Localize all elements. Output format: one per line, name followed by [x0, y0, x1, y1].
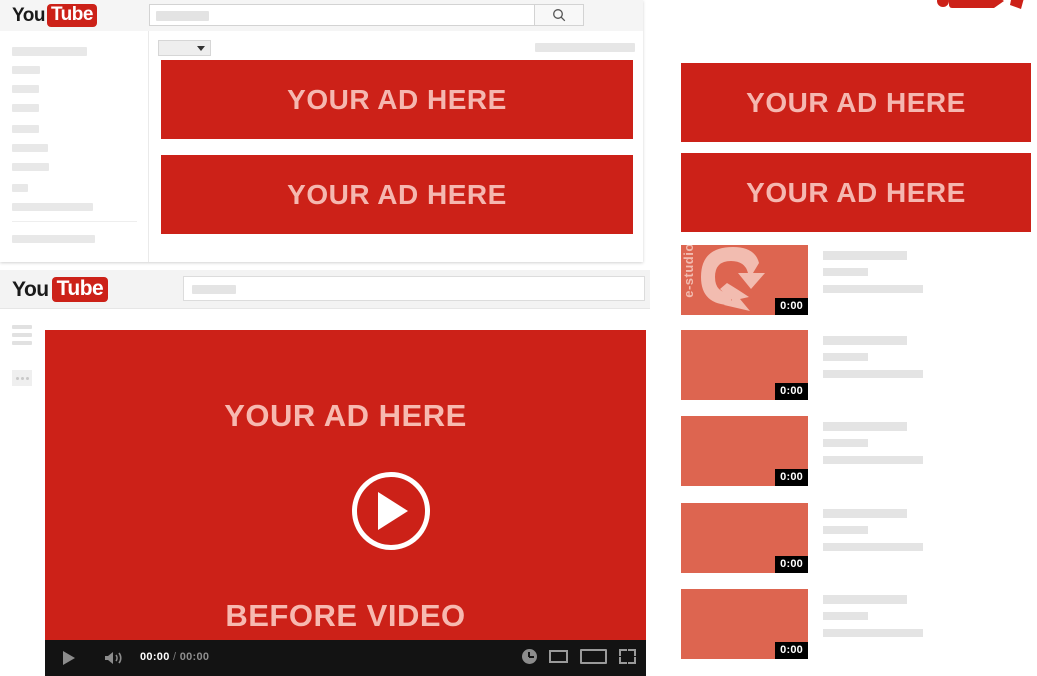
browse-window: You Tube YOUR AD HERE YOUR AD HERE [0, 0, 643, 262]
hamburger-bar [12, 341, 32, 345]
video-meta-placeholder [823, 285, 923, 293]
filter-select[interactable] [158, 40, 211, 56]
ad-banner-top-1[interactable]: YOUR AD HERE [161, 60, 633, 139]
ad-banner-right-1[interactable]: YOUR AD HERE [681, 63, 1031, 142]
sidebar-divider [12, 221, 137, 222]
total-time: 00:00 [179, 651, 210, 663]
list-item[interactable]: 0:00 [681, 330, 1031, 416]
theater-mode-icon[interactable] [549, 650, 568, 663]
list-item[interactable]: e-studio 0:00 [681, 245, 1031, 331]
video-thumbnail[interactable]: 0:00 [681, 503, 808, 573]
video-title-placeholder [823, 595, 907, 604]
list-item[interactable]: 0:00 [681, 503, 1031, 589]
video-duration-badge: 0:00 [775, 642, 808, 659]
sidebar-item-placeholder[interactable] [12, 47, 87, 56]
browse-content: YOUR AD HERE YOUR AD HERE [149, 31, 643, 262]
search-icon [553, 9, 566, 22]
video-thumbnail[interactable]: 0:00 [681, 589, 808, 659]
miniplayer-icon[interactable] [580, 649, 607, 664]
youtube-logo[interactable]: You Tube [12, 4, 97, 27]
youtube-logo[interactable]: You Tube [12, 277, 109, 302]
search-button[interactable] [534, 4, 584, 26]
watch-window: You Tube YOUR AD HERE BEFORE VIDEO 00:00… [0, 270, 650, 676]
ad-banner-right-2[interactable]: YOUR AD HERE [681, 153, 1031, 232]
logo-tube-text: Tube [51, 277, 109, 302]
video-thumbnail[interactable]: 0:00 [681, 416, 808, 486]
video-meta-placeholder [823, 543, 923, 551]
volume-icon[interactable] [103, 650, 125, 666]
video-thumbnail[interactable]: 0:00 [681, 330, 808, 400]
logo-you-text: You [12, 4, 45, 26]
hamburger-bar [12, 325, 32, 329]
logo-tube-text: Tube [46, 4, 97, 27]
sidebar-item-placeholder[interactable] [12, 144, 48, 152]
content-header-placeholder [535, 43, 635, 52]
estudio-logo-text: e-studio [681, 245, 696, 298]
sidebar-item-placeholder[interactable] [12, 66, 40, 74]
dot [20, 376, 24, 380]
sidebar-item-placeholder[interactable] [12, 104, 39, 112]
sidebar-item-placeholder[interactable] [12, 184, 28, 192]
logo-you-text: You [12, 277, 49, 301]
video-title-placeholder [823, 509, 907, 518]
video-duration-badge: 0:00 [775, 298, 808, 315]
video-title-placeholder [823, 251, 907, 260]
list-item[interactable]: 0:00 [681, 589, 1031, 675]
ad-banner-top-2[interactable]: YOUR AD HERE [161, 155, 633, 234]
video-thumbnail[interactable]: e-studio 0:00 [681, 245, 808, 315]
video-meta-placeholder [823, 456, 923, 464]
time-separator: / [173, 651, 177, 663]
hamburger-icon[interactable] [12, 325, 36, 349]
search-placeholder-bar [192, 285, 236, 294]
fullscreen-corner [628, 649, 636, 656]
hamburger-bar [12, 333, 32, 337]
video-title-placeholder [823, 422, 907, 431]
video-channel-placeholder [823, 439, 868, 447]
current-time: 00:00 [140, 651, 170, 663]
play-triangle-icon[interactable] [378, 492, 408, 530]
video-duration-badge: 0:00 [775, 383, 808, 400]
video-title-placeholder [823, 336, 907, 345]
video-player[interactable]: YOUR AD HERE BEFORE VIDEO 00:00 / 00:00 [45, 330, 646, 676]
list-item[interactable]: 0:00 [681, 416, 1031, 502]
search-input[interactable] [183, 276, 645, 301]
search-placeholder-bar [156, 11, 209, 21]
player-right-controls [522, 649, 636, 664]
video-channel-placeholder [823, 612, 868, 620]
player-controls: 00:00 / 00:00 [45, 640, 646, 676]
time-display: 00:00 / 00:00 [140, 651, 209, 663]
browse-header: You Tube [0, 0, 643, 32]
video-channel-placeholder [823, 526, 868, 534]
chevron-down-icon [197, 46, 205, 51]
dot [25, 376, 29, 380]
sidebar-item-placeholder[interactable] [12, 235, 95, 243]
fullscreen-corner [628, 657, 636, 664]
player-ad-line-2: BEFORE VIDEO [225, 598, 466, 633]
fullscreen-icon[interactable] [619, 649, 636, 664]
sidebar-item-placeholder[interactable] [12, 125, 39, 133]
search-input[interactable] [149, 4, 562, 26]
video-duration-badge: 0:00 [775, 469, 808, 486]
fullscreen-corner [619, 649, 627, 656]
video-meta-placeholder [823, 629, 923, 637]
video-meta-placeholder [823, 370, 923, 378]
player-ad-line-1: YOUR AD HERE [224, 398, 467, 433]
sidebar-item-placeholder[interactable] [12, 163, 49, 171]
more-dots-icon[interactable] [12, 370, 32, 386]
sidebar-item-placeholder[interactable] [12, 85, 39, 93]
video-duration-badge: 0:00 [775, 556, 808, 573]
page-root: You Tube YOUR AD HERE YOUR AD HERE YOUR … [0, 0, 1037, 676]
estudio-mark-cropped-icon [930, 0, 1030, 12]
dot [15, 376, 19, 380]
video-channel-placeholder [823, 268, 868, 276]
sidebar-item-placeholder[interactable] [12, 203, 93, 211]
clock-icon[interactable] [522, 649, 537, 664]
play-icon[interactable] [63, 651, 75, 665]
watch-header: You Tube [0, 270, 650, 309]
fullscreen-corner [619, 657, 627, 664]
video-channel-placeholder [823, 353, 868, 361]
browse-sidebar [0, 31, 149, 262]
